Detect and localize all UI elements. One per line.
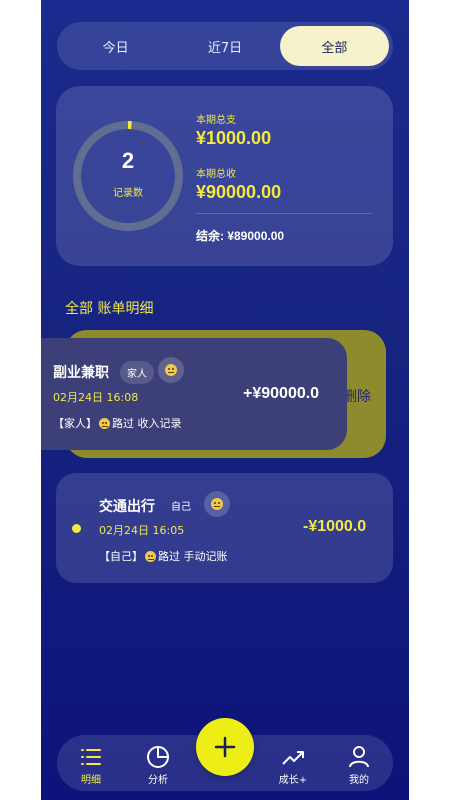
record-date: 02月24日 16:08 xyxy=(53,391,139,404)
nav-item-details[interactable]: 明细 xyxy=(61,735,121,791)
record-note-text: 路过 收入记录 xyxy=(112,417,182,430)
neutral-face-icon xyxy=(204,491,230,517)
period-tabs: 今日 近7日 全部 xyxy=(57,22,393,70)
nav-label-profile: 我的 xyxy=(349,775,369,786)
income-total: ¥90000.00 xyxy=(196,182,282,202)
record-category: 副业兼职 xyxy=(53,365,109,381)
record-item[interactable]: 交通出行 自己 02月24日 16:05 -¥1000.0 【自己】 路过 手动… xyxy=(56,473,393,583)
record-note-text: 路过 手动记账 xyxy=(158,550,228,563)
record-category: 交通出行 xyxy=(99,499,155,515)
summary-divider xyxy=(196,213,372,214)
record-count: 2 xyxy=(121,148,135,173)
pie-chart-icon xyxy=(147,746,169,768)
record-count-label: 记录数 xyxy=(113,188,143,199)
balance: 结余: ¥89000.00 xyxy=(196,229,285,243)
record-item[interactable]: 副业兼职 家人 02月24日 16:08 +¥90000.0 【家人】 路过 收… xyxy=(41,338,347,450)
trend-up-icon xyxy=(282,751,304,765)
record-note: 【家人】 路过 收入记录 xyxy=(53,415,182,431)
neutral-face-icon xyxy=(145,550,156,562)
member-tag: 自己 xyxy=(171,502,191,513)
tab-last-7-days[interactable]: 近7日 xyxy=(170,26,279,66)
neutral-face-icon xyxy=(99,417,110,429)
plus-icon xyxy=(214,736,236,758)
expense-label: 本期总支 xyxy=(196,115,236,126)
nav-label-growth: 成长+ xyxy=(278,775,308,786)
record-amount: -¥1000.0 xyxy=(303,518,367,535)
expense-dot xyxy=(72,524,81,533)
record-note-member: 【家人】 xyxy=(53,417,97,430)
record-amount: +¥90000.0 xyxy=(243,385,320,402)
nav-item-profile[interactable]: 我的 xyxy=(329,735,389,791)
list-icon xyxy=(81,749,101,765)
tab-all[interactable]: 全部 xyxy=(279,26,389,66)
nav-label-details: 明细 xyxy=(81,775,101,786)
add-record-button[interactable] xyxy=(196,718,254,776)
section-title: 全部 账单明细 xyxy=(65,301,154,317)
nav-label-analysis: 分析 xyxy=(148,775,168,786)
summary-card: 2 记录数 本期总支 ¥1000.00 本期总收 ¥90000.00 结余: ¥… xyxy=(56,86,393,266)
user-icon xyxy=(349,746,369,768)
record-note: 【自己】 路过 手动记账 xyxy=(99,548,228,564)
expense-total: ¥1000.00 xyxy=(196,128,272,148)
record-note-member: 【自己】 xyxy=(99,550,143,563)
tab-today[interactable]: 今日 xyxy=(61,26,170,66)
income-label: 本期总收 xyxy=(196,169,236,180)
member-tag: 家人 xyxy=(120,361,154,384)
record-count-ring xyxy=(73,121,183,231)
app-screen: 今日 近7日 全部 2 记录数 本期总支 ¥1000.00 本期总收 ¥9000… xyxy=(41,0,409,800)
neutral-face-icon xyxy=(158,357,184,383)
delete-button[interactable]: 删除 xyxy=(343,386,371,406)
record-date: 02月24日 16:05 xyxy=(99,524,185,537)
nav-item-growth[interactable]: 成长+ xyxy=(263,735,323,791)
nav-item-analysis[interactable]: 分析 xyxy=(128,735,188,791)
